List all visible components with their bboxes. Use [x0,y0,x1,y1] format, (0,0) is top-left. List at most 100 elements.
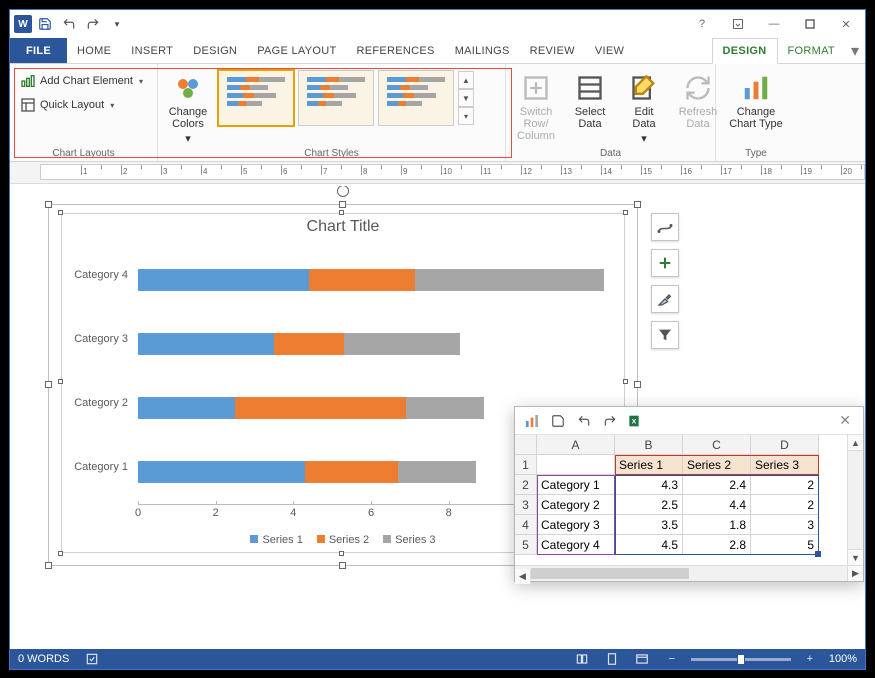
chart-style-thumb-2[interactable] [298,70,374,126]
data-cell[interactable]: 2 [751,495,819,515]
category-cell[interactable]: Category 1 [537,475,615,495]
read-mode-icon[interactable] [571,649,593,669]
scroll-down-icon[interactable]: ▼ [848,549,863,565]
bar-segment[interactable] [138,269,309,291]
resize-handle-sw[interactable] [45,562,52,569]
data-cell[interactable]: 4.4 [683,495,751,515]
layout-options-icon[interactable] [651,213,679,241]
scroll-thumb[interactable] [531,568,689,579]
series-header-cell[interactable]: Series 2 [683,455,751,475]
data-cell[interactable]: 2.5 [615,495,683,515]
data-cell[interactable]: 3.5 [615,515,683,535]
zoom-slider[interactable] [691,658,791,661]
word-count[interactable]: 0 WORDS [18,653,69,665]
tab-design[interactable]: DESIGN [183,38,247,63]
resize-handle-e[interactable] [634,381,641,388]
series-header-cell[interactable]: Series 1 [615,455,683,475]
tab-chart-format[interactable]: FORMAT [778,38,845,63]
mini-redo-icon[interactable] [599,410,621,432]
document-area[interactable]: Chart Title 0246810 Series 1 Series 2 Se… [10,186,865,649]
redo-icon[interactable] [82,13,104,35]
plot-handle[interactable] [58,210,63,215]
tab-references[interactable]: REFERENCES [347,38,445,63]
col-header[interactable]: A [537,435,615,455]
bar-segment[interactable] [274,333,344,355]
switch-row-column-button[interactable]: Switch Row/ Column [512,70,560,144]
quick-layout-button[interactable]: Quick Layout▾ [16,94,147,116]
chart-style-thumb-3[interactable] [378,70,454,126]
chart-style-thumb-1[interactable] [218,70,294,126]
resize-handle-w[interactable] [45,381,52,388]
bar-segment[interactable] [406,397,484,419]
web-layout-icon[interactable] [631,649,653,669]
bar-segment[interactable] [235,397,406,419]
tab-review[interactable]: REVIEW [520,38,585,63]
zoom-slider-knob[interactable] [737,654,745,665]
horizontal-ruler[interactable]: 1234567891011121314151617181920 [40,164,865,180]
gallery-down-icon[interactable]: ▼ [458,89,474,107]
plot-handle[interactable] [339,210,344,215]
grid-cell[interactable] [537,455,615,475]
scroll-up-icon[interactable]: ▲ [848,435,863,451]
bar-segment[interactable] [415,269,604,291]
tab-chart-design[interactable]: DESIGN [712,38,778,64]
plot-handle[interactable] [58,379,63,384]
gallery-more-icon[interactable]: ▾ [458,107,474,125]
zoom-level[interactable]: 100% [829,653,857,665]
change-colors-button[interactable]: Change Colors▾ [164,70,212,147]
row-header[interactable]: 3 [515,495,537,515]
help-icon[interactable]: ? [687,13,717,35]
minimize-icon[interactable]: — [759,13,789,35]
maximize-icon[interactable] [795,13,825,35]
save-icon[interactable] [34,13,56,35]
mini-close-icon[interactable]: ✕ [833,412,857,429]
bar-segment[interactable] [305,461,398,483]
tab-page-layout[interactable]: PAGE LAYOUT [247,38,346,63]
bar-segment[interactable] [309,269,415,291]
zoom-out-icon[interactable]: − [661,649,683,669]
chart-styles-icon[interactable] [651,285,679,313]
close-icon[interactable]: ✕ [831,13,861,35]
change-chart-type-button[interactable]: Change Chart Type [725,70,787,132]
bar-segment[interactable] [138,461,305,483]
scroll-right-icon[interactable]: ▶ [847,566,863,581]
zoom-in-icon[interactable]: + [799,649,821,669]
ribbon-options-icon[interactable] [723,13,753,35]
gallery-up-icon[interactable]: ▲ [458,71,474,89]
col-header[interactable]: B [615,435,683,455]
chart-data-window[interactable]: X ✕ ABCD12345Series 1Series 2Series 3Cat… [514,406,864,582]
resize-handle-nw[interactable] [45,201,52,208]
data-cell[interactable]: 1.8 [683,515,751,535]
select-data-button[interactable]: Select Data [566,70,614,132]
category-cell[interactable]: Category 3 [537,515,615,535]
resize-handle-s[interactable] [339,562,346,569]
data-cell[interactable]: 4.5 [615,535,683,555]
col-header[interactable]: D [751,435,819,455]
tab-view[interactable]: VIEW [585,38,634,63]
refresh-data-button[interactable]: Refresh Data [674,70,722,132]
tab-mailings[interactable]: MAILINGS [445,38,520,63]
chart-filters-icon[interactable] [651,321,679,349]
plot-handle[interactable] [623,379,628,384]
tab-insert[interactable]: INSERT [121,38,183,63]
category-cell[interactable]: Category 2 [537,495,615,515]
scroll-left-icon[interactable]: ◀ [515,569,531,584]
bar-segment[interactable] [344,333,461,355]
proofing-icon[interactable] [81,649,103,669]
row-header[interactable]: 4 [515,515,537,535]
bar-segment[interactable] [398,461,476,483]
row-header[interactable]: 5 [515,535,537,555]
tab-home[interactable]: HOME [67,38,121,63]
mini-excel-icon[interactable]: X [625,410,647,432]
mini-scrollbar-horizontal[interactable]: ◀▶ [515,565,863,581]
chart-title[interactable]: Chart Title [62,218,624,236]
tab-file[interactable]: FILE [10,38,67,63]
row-header[interactable]: 2 [515,475,537,495]
plot-handle[interactable] [339,551,344,556]
qat-customize-icon[interactable]: ▾ [106,13,128,35]
undo-icon[interactable] [58,13,80,35]
data-grid[interactable]: ABCD12345Series 1Series 2Series 3Categor… [515,435,847,565]
resize-handle-n[interactable] [339,201,346,208]
data-cell[interactable]: 2 [751,475,819,495]
rotate-handle[interactable] [337,186,349,197]
